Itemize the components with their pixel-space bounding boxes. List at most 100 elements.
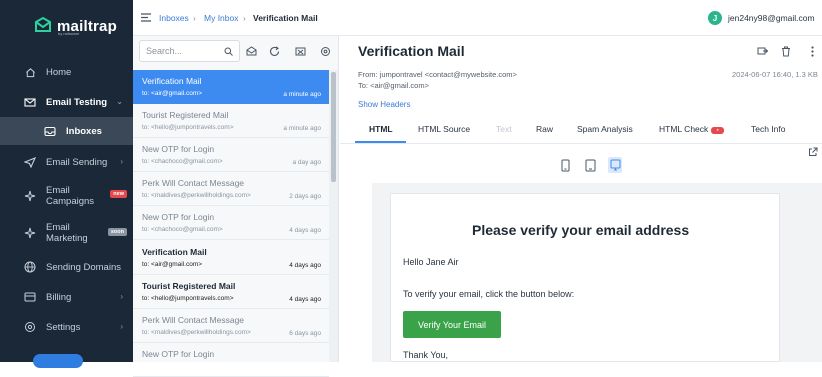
message-to: To: <air@gmail.com>	[358, 81, 429, 90]
sidebar-item-home[interactable]: Home	[0, 58, 133, 86]
message-subject: Tourist Registered Mail	[142, 110, 229, 120]
sidebar-item-inboxes[interactable]: Inboxes	[0, 117, 133, 145]
message-subject: Verification Mail	[142, 76, 202, 86]
message-time: 2 days ago	[289, 193, 321, 200]
email-greeting: Hello Jane Air	[403, 257, 459, 267]
email-testing-icon	[23, 95, 37, 109]
tab-label: HTML Check	[659, 124, 709, 134]
tab-html-check[interactable]: HTML Check ⁎	[659, 124, 725, 134]
message-meta: 2024-06-07 16:40, 1.3 KB	[732, 70, 818, 79]
avatar[interactable]: J	[708, 11, 722, 25]
verify-email-button[interactable]: Verify Your Email	[403, 311, 501, 338]
sidebar-item-label: Home	[46, 66, 72, 78]
list-item[interactable]: Perk Will Contact Message to: <maldives@…	[133, 172, 329, 206]
tab-raw[interactable]: Raw	[536, 124, 553, 134]
tabs-divider	[340, 143, 822, 144]
chevron-right-icon: ›	[120, 157, 123, 166]
list-item[interactable]: Perk Will Contact Message to: <maldives@…	[133, 309, 329, 343]
menu-toggle-icon[interactable]	[141, 13, 151, 22]
message-subject: New OTP for Login	[142, 144, 215, 154]
breadcrumb-my-inbox[interactable]: My Inbox	[204, 13, 239, 23]
gear-icon	[23, 320, 37, 334]
inbox-icon	[43, 124, 57, 138]
tab-html[interactable]: HTML	[369, 124, 393, 134]
message-time: a minute ago	[283, 125, 321, 132]
sidebar-item-sending-domains[interactable]: Sending Domains	[0, 253, 133, 281]
open-external-icon[interactable]	[808, 147, 818, 157]
sidebar-item-email-campaigns[interactable]: Email Campaigns new	[0, 182, 133, 210]
message-time: a minute ago	[283, 91, 321, 98]
mark-read-icon[interactable]	[245, 45, 257, 57]
brand-sub: by railsware	[58, 31, 80, 36]
sidebar-item-label: Email Marketing	[46, 222, 88, 244]
refresh-icon[interactable]	[268, 45, 280, 57]
brand-logo[interactable]: mailtrap by railsware	[33, 16, 117, 36]
message-subject: Verification Mail	[142, 247, 207, 257]
message-subject: Perk Will Contact Message	[142, 315, 245, 325]
new-badge: new	[110, 190, 127, 198]
list-item[interactable]: Tourist Registered Mail to: <hello@jumpo…	[133, 275, 329, 309]
sidebar-item-billing[interactable]: Billing ›	[0, 283, 133, 311]
list-item[interactable]: Verification Mail to: <air@gmail.com> 4 …	[133, 241, 329, 275]
sparkle-icon	[23, 189, 37, 203]
user-email[interactable]: jen24ny98@gmail.com	[728, 13, 815, 23]
chevron-right-icon: ›	[120, 292, 123, 301]
send-icon	[23, 155, 37, 169]
sidebar: mailtrap by railsware Home Email Testing…	[0, 0, 133, 368]
delete-icon[interactable]	[780, 45, 792, 57]
tab-tech-info[interactable]: Tech Info	[751, 124, 786, 134]
list-item[interactable]: New OTP for Login to: <chachoco@gmail.co…	[133, 206, 329, 240]
message-subject: New OTP for Login	[142, 212, 215, 222]
list-item[interactable]: Tourist Registered Mail to: <hello@jumpo…	[133, 104, 329, 138]
soon-badge: soon	[107, 228, 127, 236]
breadcrumb-separator: ›	[243, 13, 246, 23]
sparkle-icon	[23, 226, 37, 240]
desktop-view-icon[interactable]	[608, 157, 622, 173]
message-subject: Tourist Registered Mail	[142, 281, 236, 291]
email-closing: Thank You,	[403, 350, 449, 360]
sidebar-item-email-marketing[interactable]: Email Marketing soon	[0, 219, 133, 247]
tab-spam-analysis[interactable]: Spam Analysis	[577, 124, 633, 134]
message-time: 4 days ago	[289, 296, 321, 303]
email-heading: Please verify your email address	[472, 222, 690, 238]
mailtrap-logo-icon	[35, 16, 51, 32]
sidebar-item-email-sending[interactable]: Email Sending ›	[0, 148, 133, 176]
home-icon	[23, 65, 37, 79]
sidebar-action-pill[interactable]	[33, 354, 83, 368]
inbox-settings-icon[interactable]	[319, 45, 331, 57]
search-input[interactable]	[146, 46, 216, 56]
mobile-view-icon[interactable]	[558, 157, 572, 173]
globe-icon	[23, 260, 37, 274]
email-instruction: To verify your email, click the button b…	[403, 289, 575, 299]
list-item[interactable]: New OTP for Login	[133, 343, 329, 377]
list-scrollbar-thumb[interactable]	[331, 72, 336, 182]
forward-icon[interactable]	[756, 45, 768, 57]
tab-text: Text	[496, 124, 512, 134]
sidebar-item-label: Email Campaigns	[46, 185, 95, 207]
message-subject: Perk Will Contact Message	[142, 178, 245, 188]
message-time: a day ago	[292, 159, 321, 166]
show-headers-link[interactable]: Show Headers	[358, 100, 410, 109]
search-field[interactable]	[139, 40, 240, 62]
card-icon	[23, 290, 37, 304]
html-check-badge: ⁎	[711, 127, 725, 134]
message-title: Verification Mail	[358, 43, 465, 59]
sidebar-item-settings[interactable]: Settings ›	[0, 313, 133, 341]
message-time: 4 days ago	[289, 262, 321, 269]
clear-inbox-icon[interactable]	[294, 45, 306, 57]
message-from: From: jumpontravel <contact@mywebsite.co…	[358, 70, 517, 79]
breadcrumb-inboxes[interactable]: Inboxes	[159, 13, 189, 23]
breadcrumb-current: Verification Mail	[253, 13, 318, 23]
more-options-icon[interactable]	[806, 45, 818, 57]
breadcrumb-separator: ›	[193, 13, 196, 23]
message-time: 6 days ago	[289, 330, 321, 337]
tab-html-source[interactable]: HTML Source	[418, 124, 470, 134]
sidebar-item-email-testing[interactable]: Email Testing ⌄	[0, 88, 133, 116]
tablet-view-icon[interactable]	[583, 157, 597, 173]
list-item[interactable]: Verification Mail to: <air@gmail.com> a …	[133, 70, 329, 104]
search-icon[interactable]	[224, 47, 233, 56]
message-time: 4 days ago	[289, 227, 321, 234]
chevron-right-icon: ›	[120, 322, 123, 331]
list-item[interactable]: New OTP for Login to: <chachoco@gmail.co…	[133, 138, 329, 172]
sidebar-item-label: Sending Domains	[46, 261, 121, 273]
